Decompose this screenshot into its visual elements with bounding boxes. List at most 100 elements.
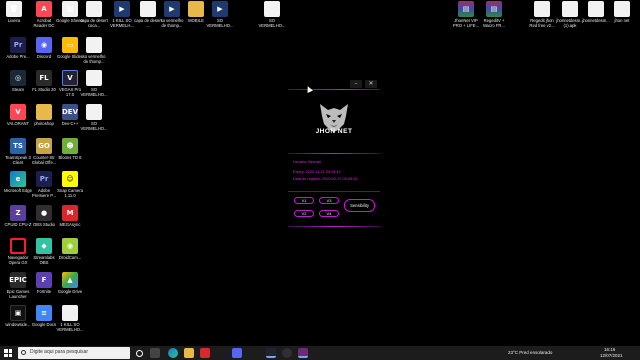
desktop-icon-image: GO (36, 138, 52, 154)
opera-gx-icon[interactable] (200, 348, 210, 358)
desktop-icon-label: Steam (11, 87, 25, 92)
desktop-icon[interactable]: capa de desert coca... (80, 1, 108, 28)
desktop-icon-image (86, 104, 102, 120)
desktop-icon-image: ◉ (62, 238, 78, 254)
obs-icon[interactable] (282, 348, 292, 358)
desktop-icon-image: ▦ (62, 1, 78, 17)
divider (288, 191, 380, 192)
desktop-icon[interactable]: so vermelho de thomp... (80, 37, 108, 64)
desktop-icon-label: OBS Studio (33, 222, 55, 227)
desktop-icon[interactable]: ▲ Google Drive (56, 272, 84, 294)
desktop-icon[interactable]: 1 KILL SO VERMELHO... (56, 305, 84, 332)
desktop-icon[interactable]: ☻ Bloons TD 6 (56, 138, 84, 160)
v4-button[interactable]: V4 (319, 210, 339, 217)
desktop-icon[interactable]: ▶ SO VERMELHO... (206, 1, 234, 28)
weather-widget[interactable]: 23°C Pred ensolarado (508, 350, 552, 355)
desktop-icon-label: VALORANT (6, 121, 30, 126)
desktop-icon[interactable]: A Acrobat Reader DC (30, 1, 58, 28)
desktop-icon[interactable]: EPIC Epic Games Launcher (4, 272, 32, 299)
desktop-icon[interactable]: jhonnetdesm... (582, 1, 610, 23)
desktop-icon-label: Streamlabs OBS (33, 255, 55, 265)
desktop-icon-label: 1 KILL SO VERMELH... (110, 18, 134, 28)
desktop-icon-image: Z (10, 205, 26, 221)
cortana-icon[interactable] (136, 350, 143, 357)
task-view-icon[interactable] (150, 348, 160, 358)
desktop-icon-image (562, 1, 578, 17)
v3-button[interactable]: V3 (319, 197, 339, 204)
desktop-icon[interactable]: SO VERMELHO... (80, 104, 108, 131)
desktop-icon[interactable]: ≡ Google Docs (30, 305, 58, 327)
desktop-icon[interactable]: jhon net (608, 1, 636, 23)
edge-icon[interactable] (168, 348, 178, 358)
vegas-icon[interactable] (266, 348, 276, 358)
desktop-icon[interactable]: F Fortnite (30, 272, 58, 294)
search-placeholder: Digite aqui para pesquisar (30, 349, 89, 355)
clock-time[interactable]: 16:16 (604, 347, 615, 352)
desktop-icon-image: ☺ (62, 171, 78, 187)
desktop-icon[interactable]: ▤ JhonNet VIP PRO + LIFE... (452, 1, 480, 28)
desktop-icon-image: ≡ (36, 305, 52, 321)
windows-start-icon[interactable] (4, 349, 12, 357)
desktop-icon-image: ▶ (164, 1, 180, 17)
desktop-icon[interactable]: ◉ DroidCam... (56, 238, 84, 260)
desktop-icon-image: TS (10, 138, 26, 154)
desktop-icon[interactable]: GO Counter-Str Global Offe... (30, 138, 58, 165)
desktop-icon-image: ▤ (458, 1, 474, 17)
taskbar-search-input[interactable]: Digite aqui para pesquisar (18, 347, 130, 359)
desktop-icon-image: ◎ (10, 70, 26, 86)
desktop-icon-image (264, 1, 280, 17)
desktop-icon-label: Bloons TD 6 (58, 155, 82, 160)
desktop-icon[interactable]: V VALORANT (4, 104, 32, 126)
desktop-icon[interactable]: ◆ Streamlabs OBS (30, 238, 58, 265)
v1-button[interactable]: V1 (294, 197, 314, 204)
desktop-icon-image: ▭ (62, 37, 78, 53)
desktop-icon-image: V (62, 70, 78, 86)
desktop-icon[interactable]: jhonnetdesm... (1).apk (556, 1, 584, 28)
jhon-net-taskbar-icon[interactable] (298, 348, 308, 358)
desktop-icon-label: Snap Camera 1.11.0 (57, 188, 83, 198)
desktop-icon[interactable]: SO VERMELHO... (80, 70, 108, 97)
clock-date[interactable]: 12/07/2021 (600, 353, 623, 358)
desktop-icon[interactable]: Pr Adobe Pre... (4, 37, 32, 59)
sensibility-button[interactable]: Sensibility (344, 199, 375, 212)
desktop-icon-image: ● (36, 205, 52, 221)
desktop-icon-label: TeamSpeak 3 Client (5, 155, 31, 165)
desktop-icon[interactable]: ▤ RegeditV + Macro FR... (480, 1, 508, 28)
desktop-icon[interactable]: M MEGAsync (56, 205, 84, 227)
desktop-icon[interactable]: ◎ Steam (4, 70, 32, 92)
desktop-icon-label: Counter-Str Global Offe... (31, 155, 57, 165)
file-explorer-icon[interactable] (184, 348, 194, 358)
desktop-icon[interactable]: ◉ Discord (30, 37, 58, 59)
discord-icon[interactable] (232, 348, 242, 358)
v2-button[interactable]: V2 (294, 210, 314, 217)
desktop-icon[interactable]: Navegador Opera GX (4, 238, 32, 265)
desktop-icon-label: CPUID CPU-Z (4, 222, 32, 227)
desktop-icon[interactable]: photoshop (30, 104, 58, 126)
desktop-icon[interactable]: FL FL Studio 20 (30, 70, 58, 92)
desktop-icon-label: photoshop (34, 121, 54, 126)
desktop-icon[interactable]: Pr Adobe Premiere P... (30, 171, 58, 198)
desktop-icon[interactable]: ● OBS Studio (30, 205, 58, 227)
desktop-icon[interactable]: Regedit jhon Red free v2... (528, 1, 556, 28)
desktop-icon-image: EPIC (9, 272, 27, 288)
desktop-icon-image: ▲ (62, 272, 78, 288)
desktop-icon-label: so vermelho de thomp... (82, 54, 106, 64)
desktop-icon-label: Google Docs (31, 322, 57, 327)
desktop-icon[interactable]: ☺ Snap Camera 1.11.0 (56, 171, 84, 198)
desktop-icon-label: JhonNet VIP PRO + LIFE... (452, 18, 480, 28)
close-button[interactable]: ✕ (365, 80, 377, 88)
expiry-label: Expiry: 2020-11-21 05:28:42 (293, 170, 341, 174)
minimize-button[interactable]: – (350, 80, 362, 88)
desktop-icon-label: Epic Games Launcher (6, 289, 30, 299)
desktop-icon[interactable]: TS TeamSpeak 3 Client (4, 138, 32, 165)
desktop-icon[interactable]: SO VERMELHO... (258, 1, 286, 28)
desktop-icon[interactable]: 🗑 Lixeira (0, 1, 28, 23)
desktop-icon-label: Microsoft Edge (4, 188, 32, 193)
desktop-icon-label: SO VERMELHO... (80, 87, 108, 97)
desktop-icon[interactable]: Z CPUID CPU-Z (4, 205, 32, 227)
desktop-icon[interactable]: ▶ 1 KILL SO VERMELH... (108, 1, 136, 28)
divider (288, 89, 380, 90)
desktop-icon-label: windowside... (5, 322, 31, 327)
desktop-icon[interactable]: e Microsoft Edge (4, 171, 32, 193)
desktop-icon[interactable]: ▣ windowside... (4, 305, 32, 327)
